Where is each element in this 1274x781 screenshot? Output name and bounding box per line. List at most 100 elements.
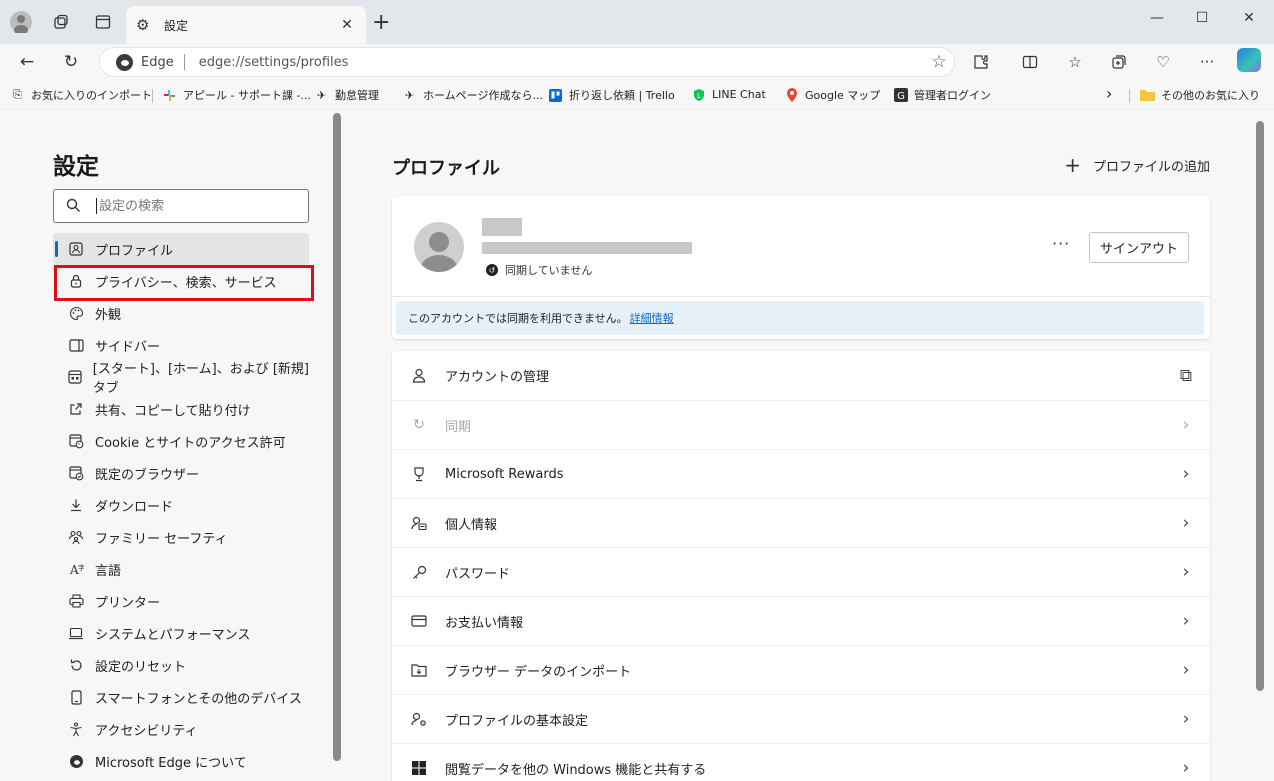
- favorite-item[interactable]: ✈ 勤怠管理: [314, 87, 379, 103]
- sidebar-scrollbar[interactable]: [333, 113, 341, 761]
- svg-text:L: L: [697, 92, 701, 100]
- learn-more-link[interactable]: 詳細情報: [630, 310, 674, 326]
- settings-title: 設定: [53, 154, 99, 180]
- row-passwords[interactable]: パスワード ›: [392, 547, 1210, 596]
- new-tab-icon[interactable]: +: [372, 12, 390, 34]
- favorite-item[interactable]: アピール - サポート課 -...: [162, 87, 311, 103]
- address-bar[interactable]: Edge edge://settings/profiles ☆: [99, 47, 955, 77]
- chevron-right-icon[interactable]: ›: [1106, 84, 1112, 103]
- sidebar-item-downloads[interactable]: ダウンロード: [53, 489, 309, 521]
- import-icon: ⎘: [13, 88, 22, 101]
- row-import-browser-data[interactable]: ブラウザー データのインポート ›: [392, 645, 1210, 694]
- sidebar-item-start-home[interactable]: [スタート]、[ホーム]、および [新規] タブ: [53, 361, 309, 396]
- cookie-icon: [67, 432, 85, 450]
- sign-out-button[interactable]: サインアウト: [1089, 232, 1189, 263]
- sidebar-item-accessibility[interactable]: アクセシビリティ: [53, 713, 309, 745]
- favorite-star-icon[interactable]: ☆: [924, 52, 954, 72]
- profile-avatar-icon[interactable]: [9, 10, 33, 34]
- favorite-folder[interactable]: その他のお気に入り: [1140, 87, 1260, 103]
- sidebar-item-about[interactable]: Microsoft Edge について: [53, 745, 309, 777]
- sidebar-item-appearance[interactable]: 外観: [53, 297, 309, 329]
- chevron-right-icon: ›: [1182, 562, 1190, 582]
- row-sync[interactable]: ↻ 同期 ›: [392, 400, 1210, 449]
- chevron-right-icon: ›: [1182, 513, 1190, 533]
- back-arrow-icon[interactable]: ←: [15, 50, 39, 74]
- person-settings-icon: [409, 709, 429, 729]
- row-manage-account[interactable]: アカウントの管理 ⧉: [392, 351, 1210, 400]
- favorite-item[interactable]: ⎘ お気に入りのインポート: [10, 87, 152, 103]
- sidebar-item-system[interactable]: システムとパフォーマンス: [53, 617, 309, 649]
- navigation-bar: ← ↻ Edge edge://settings/profiles ☆ ☆ ♡ …: [0, 44, 1274, 80]
- close-tab-icon[interactable]: ✕: [338, 17, 356, 33]
- chevron-right-icon: ›: [1182, 758, 1190, 778]
- favorite-item[interactable]: 折り返し依頼 | Trello: [548, 87, 675, 103]
- url-text[interactable]: edge://settings/profiles: [199, 55, 924, 70]
- collections-icon[interactable]: [1108, 51, 1130, 73]
- favorites-bar: ⎘ お気に入りのインポート アピール - サポート課 -... ✈ 勤怠管理 ✈ ホー…: [0, 80, 1274, 110]
- edge-logo-icon: [116, 53, 133, 71]
- row-payment-info[interactable]: お支払い情報 ›: [392, 596, 1210, 645]
- browser-icon: [67, 464, 85, 482]
- extensions-icon[interactable]: [970, 51, 992, 73]
- family-icon: [67, 528, 85, 546]
- row-share-windows[interactable]: 閲覧データを他の Windows 機能と共有する ›: [392, 743, 1210, 781]
- workspaces-icon[interactable]: [49, 10, 73, 34]
- settings-sidebar: 設定 プロファイル プライバシー、検索、サービス 外観 サイ: [3, 113, 333, 781]
- sidebar-item-sidebar[interactable]: サイドバー: [53, 329, 309, 361]
- chevron-right-icon: ›: [1182, 415, 1190, 435]
- settings-search[interactable]: [53, 189, 309, 223]
- sync-icon: ↻: [413, 417, 425, 433]
- row-personal-info[interactable]: 個人情報 ›: [392, 498, 1210, 547]
- sidebar-item-phone[interactable]: スマートフォンとその他のデバイス: [53, 681, 309, 713]
- tab-title: 設定: [164, 18, 189, 33]
- sidebar-item-languages[interactable]: A字 言語: [53, 553, 309, 585]
- favorite-item[interactable]: G 管理者ログイン: [893, 87, 991, 103]
- chevron-right-icon: ›: [1182, 660, 1190, 680]
- palette-icon: [67, 304, 85, 322]
- title-bar: ⚙ 設定 ✕ + — ☐ ✕: [0, 0, 1274, 44]
- more-options-button[interactable]: ···: [1052, 234, 1070, 253]
- sync-info-banner: このアカウントでは同期を利用できません。 詳細情報: [396, 301, 1204, 335]
- tab-settings[interactable]: ⚙ 設定 ✕: [126, 6, 366, 44]
- copilot-icon[interactable]: [1237, 48, 1261, 72]
- main-scrollbar[interactable]: [1256, 121, 1264, 691]
- sidebar-item-reset[interactable]: 設定のリセット: [53, 649, 309, 681]
- split-screen-icon[interactable]: [1019, 51, 1041, 73]
- row-microsoft-rewards[interactable]: Microsoft Rewards ›: [392, 449, 1210, 498]
- redacted-email: [482, 242, 692, 254]
- card-divider: [392, 296, 1210, 297]
- external-link-icon: ⧉: [1179, 365, 1193, 386]
- refresh-icon[interactable]: ↻: [59, 50, 83, 74]
- profile-card: ↺ 同期していません ··· サインアウト このアカウントでは同期を利用できませ…: [392, 196, 1210, 339]
- printer-icon: [67, 592, 85, 610]
- address-separator: [183, 54, 185, 70]
- sidebar-item-printers[interactable]: プリンター: [53, 585, 309, 617]
- favorite-item[interactable]: Google マップ: [784, 87, 880, 103]
- search-input[interactable]: [99, 198, 308, 214]
- minimize-button[interactable]: —: [1142, 8, 1172, 28]
- sidebar-item-family-safety[interactable]: ファミリー セーフティ: [53, 521, 309, 553]
- close-window-button[interactable]: ✕: [1234, 8, 1264, 28]
- row-profile-preferences[interactable]: プロファイルの基本設定 ›: [392, 694, 1210, 743]
- windows-icon: [409, 758, 429, 778]
- avatar: [414, 222, 464, 272]
- bird-icon: ✈: [316, 88, 327, 102]
- maximize-button[interactable]: ☐: [1187, 8, 1217, 28]
- tab-actions-icon[interactable]: [91, 10, 115, 34]
- person-icon: [409, 366, 429, 386]
- sidebar-item-share[interactable]: 共有、コピーして貼り付け: [53, 393, 309, 425]
- chevron-right-icon: ›: [1182, 464, 1190, 484]
- favorite-item[interactable]: L LINE Chat: [691, 87, 766, 102]
- admin-icon: G: [893, 88, 908, 103]
- add-profile-button[interactable]: + プロファイルの追加: [1064, 153, 1210, 177]
- more-menu-icon[interactable]: ···: [1196, 51, 1218, 73]
- sidebar-item-profile[interactable]: プロファイル: [53, 233, 309, 265]
- sidebar-item-default-browser[interactable]: 既定のブラウザー: [53, 457, 309, 489]
- accessibility-icon: [67, 720, 85, 738]
- sidebar-item-cookies[interactable]: Cookie とサイトのアクセス許可: [53, 425, 309, 457]
- browser-essentials-icon[interactable]: ♡: [1152, 51, 1174, 73]
- favorites-icon[interactable]: ☆: [1064, 51, 1086, 73]
- chevron-right-icon: ›: [1182, 611, 1190, 631]
- credit-card-icon: [409, 611, 429, 631]
- favorite-item[interactable]: ✈ ホームページ作成なら...: [402, 87, 543, 103]
